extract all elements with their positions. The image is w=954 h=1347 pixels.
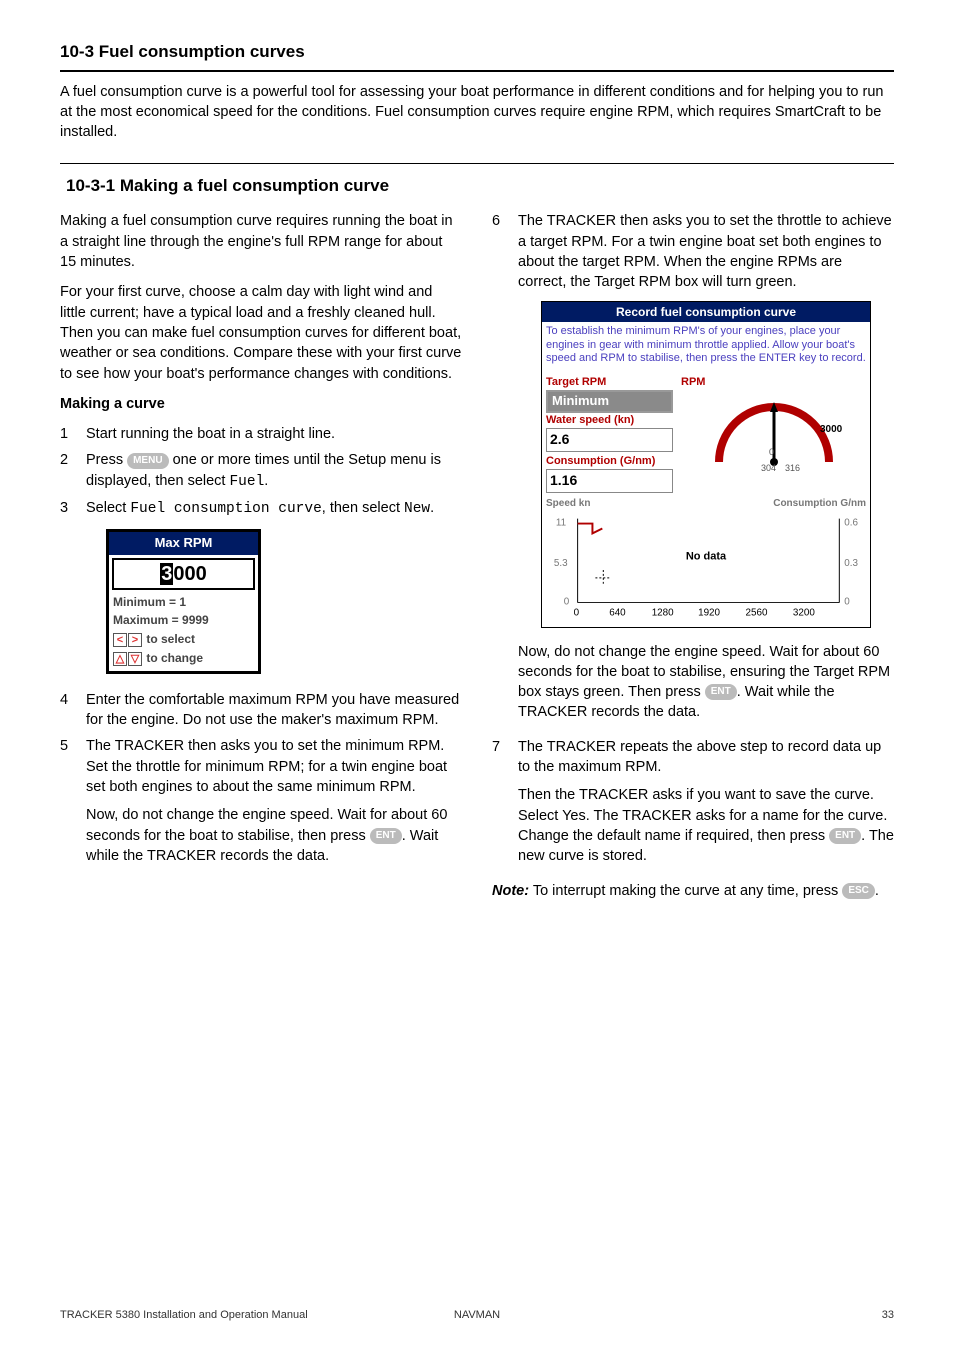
max-rpm-dialog: Max RPM 3000 Minimum = 1 Maximum = 9999 … bbox=[106, 529, 261, 673]
section-heading: 10-3 Fuel consumption curves bbox=[60, 40, 894, 64]
step-body: The TRACKER repeats the above step to re… bbox=[518, 737, 894, 875]
svg-text:3200: 3200 bbox=[793, 607, 815, 618]
gauge-tick: 0 bbox=[769, 447, 774, 457]
no-data-label: No data bbox=[686, 549, 726, 564]
list-item: 4 Enter the comfortable maximum RPM you … bbox=[60, 690, 462, 731]
dialog-title: Max RPM bbox=[109, 532, 258, 554]
water-speed-label: Water speed (kn) bbox=[546, 413, 673, 428]
gauge-reading: 304 bbox=[761, 463, 776, 472]
up-arrow-icon: △ bbox=[113, 652, 127, 666]
steps-list: 1 Start running the boat in a straight l… bbox=[60, 424, 462, 874]
left-arrow-icon: < bbox=[113, 633, 127, 647]
list-item: 3 Select Fuel consumption curve, then se… bbox=[60, 498, 462, 684]
record-curve-screenshot: Record fuel consumption curve To establi… bbox=[541, 301, 871, 628]
svg-text:0: 0 bbox=[574, 607, 580, 618]
right-column: 6 The TRACKER then asks you to set the t… bbox=[492, 211, 894, 910]
svg-text:640: 640 bbox=[609, 607, 626, 618]
screenshot-title: Record fuel consumption curve bbox=[542, 302, 870, 323]
svg-text:0: 0 bbox=[564, 596, 570, 607]
sub-head: Making a curve bbox=[60, 394, 462, 414]
dialog-max: Maximum = 9999 bbox=[109, 611, 258, 630]
steps-list: 6 The TRACKER then asks you to set the t… bbox=[492, 211, 894, 874]
section-rule bbox=[60, 70, 894, 72]
step-body: Start running the boat in a straight lin… bbox=[86, 424, 462, 444]
minimum-box: Minimum bbox=[546, 390, 673, 412]
list-item: 1 Start running the boat in a straight l… bbox=[60, 424, 462, 444]
svg-text:1280: 1280 bbox=[652, 607, 674, 618]
svg-text:0: 0 bbox=[844, 596, 850, 607]
right-arrow-icon: > bbox=[128, 633, 142, 647]
subsection-heading: 10-3-1 Making a fuel consumption curve bbox=[60, 174, 894, 198]
ent-key-icon: ENT bbox=[829, 828, 861, 844]
note-paragraph: Note: To interrupt making the curve at a… bbox=[492, 881, 894, 901]
footer-center: NAVMAN bbox=[454, 1308, 500, 1323]
step-body: Enter the comfortable maximum RPM you ha… bbox=[86, 690, 462, 731]
list-item: 5 The TRACKER then asks you to set the m… bbox=[60, 736, 462, 874]
svg-text:5.3: 5.3 bbox=[554, 558, 568, 569]
svg-text:1920: 1920 bbox=[698, 607, 720, 618]
chart-right-head: Consumption G/nm bbox=[773, 497, 866, 511]
fuel-chart: 11 5.3 0 0.6 0.3 0 0 640 1280 1920 2560 bbox=[548, 513, 864, 623]
content-columns: Making a fuel consumption curve requires… bbox=[60, 211, 894, 910]
water-speed-value: 2.6 bbox=[546, 428, 673, 452]
step-body: The TRACKER then asks you to set the thr… bbox=[518, 211, 894, 730]
consumption-value: 1.16 bbox=[546, 469, 673, 493]
dialog-hint: △▽ to change bbox=[109, 649, 258, 671]
ent-key-icon: ENT bbox=[370, 828, 402, 844]
rpm-gauge: RPM 0 3000 304 316 bbox=[677, 375, 870, 495]
chart-left-head: Speed kn bbox=[546, 497, 773, 511]
list-item: 2 Press MENU one or more times until the… bbox=[60, 450, 462, 492]
page-footer: TRACKER 5380 Installation and Operation … bbox=[60, 1308, 894, 1323]
svg-text:11: 11 bbox=[556, 517, 566, 528]
footer-left: TRACKER 5380 Installation and Operation … bbox=[60, 1308, 454, 1323]
ent-key-icon: ENT bbox=[705, 684, 737, 700]
dialog-input: 3000 bbox=[112, 558, 255, 590]
paragraph: Making a fuel consumption curve requires… bbox=[60, 211, 462, 272]
down-arrow-icon: ▽ bbox=[128, 652, 142, 666]
svg-text:2560: 2560 bbox=[746, 607, 768, 618]
gauge-reading: 316 bbox=[785, 463, 800, 472]
gauge-icon: 0 3000 304 316 bbox=[699, 377, 849, 472]
dialog-min: Minimum = 1 bbox=[109, 593, 258, 612]
chart-body: 11 5.3 0 0.6 0.3 0 0 640 1280 1920 2560 bbox=[548, 513, 864, 623]
consumption-label: Consumption (G/nm) bbox=[546, 454, 673, 469]
intro-paragraph: A fuel consumption curve is a powerful t… bbox=[60, 82, 894, 143]
step-body: The TRACKER then asks you to set the min… bbox=[86, 736, 462, 874]
paragraph: For your first curve, choose a calm day … bbox=[60, 282, 462, 383]
list-item: 7 The TRACKER repeats the above step to … bbox=[492, 737, 894, 875]
dialog-hint: <> to select bbox=[109, 630, 258, 649]
left-column: Making a fuel consumption curve requires… bbox=[60, 211, 462, 910]
svg-text:0.6: 0.6 bbox=[844, 517, 858, 528]
svg-text:0.3: 0.3 bbox=[844, 558, 858, 569]
step-body: Select Fuel consumption curve, then sele… bbox=[86, 498, 462, 684]
list-item: 6 The TRACKER then asks you to set the t… bbox=[492, 211, 894, 730]
footer-page-number: 33 bbox=[500, 1308, 894, 1323]
screenshot-info: To establish the minimum RPM's of your e… bbox=[542, 322, 870, 375]
esc-key-icon: ESC bbox=[842, 883, 875, 899]
gauge-max: 3000 bbox=[820, 424, 843, 435]
target-rpm-label: Target RPM bbox=[546, 375, 673, 390]
menu-key-icon: MENU bbox=[127, 453, 168, 469]
step-body: Press MENU one or more times until the S… bbox=[86, 450, 462, 492]
section-subrule bbox=[60, 163, 894, 164]
